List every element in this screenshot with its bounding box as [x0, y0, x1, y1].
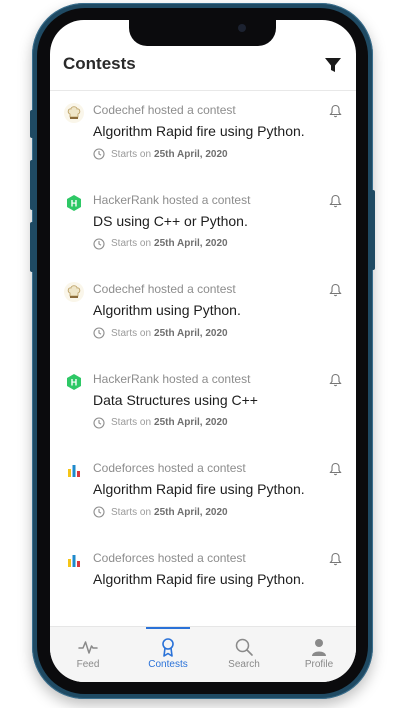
clock-icon [93, 327, 105, 339]
person-icon [312, 639, 326, 656]
clock-icon [93, 148, 105, 160]
start-label: Starts on [111, 148, 152, 160]
clock-icon [93, 416, 105, 429]
award-icon [162, 638, 174, 657]
bell-icon[interactable] [329, 194, 342, 208]
bell-icon[interactable] [329, 283, 342, 297]
start-date: 25th April, 2020 [154, 238, 228, 249]
contest-start: Starts on 25th April, 2020 [93, 148, 228, 160]
search-icon [235, 638, 253, 656]
start-date: 25th April, 2020 [154, 148, 228, 160]
contest-host: Codechef hosted a contest [93, 103, 236, 117]
contest-start: Starts on 25th April, 2020 [93, 327, 228, 339]
nav-search-label: Search [228, 659, 260, 670]
phone-notch [129, 18, 276, 46]
start-label: Starts on [111, 327, 152, 339]
bell-icon[interactable] [329, 462, 342, 476]
contest-title: Algorithm Rapid fire using Python. [93, 481, 305, 497]
start-date: 25th April, 2020 [154, 417, 228, 428]
contest-host: Codechef hosted a contest [93, 282, 236, 296]
chef-hat-icon [64, 282, 84, 302]
contest-title: Algorithm using Python. [93, 302, 241, 318]
bell-icon[interactable] [329, 104, 342, 118]
nav-contests[interactable]: Contests [130, 627, 206, 682]
bottom-nav: Feed Contests Search Profile [50, 626, 356, 682]
contest-start: Starts on 25th April, 2020 [93, 506, 228, 518]
contest-start: Starts on 25th April, 2020 [93, 416, 228, 429]
contest-title: Data Structures using C++ [93, 391, 258, 408]
chef-hat-icon [64, 103, 84, 123]
nav-feed[interactable]: Feed [50, 627, 126, 682]
contest-host: HackerRank hosted a contest [93, 192, 251, 207]
clock-icon [93, 237, 105, 250]
bell-icon[interactable] [329, 552, 342, 566]
nav-contests-label: Contests [148, 659, 188, 670]
bell-icon[interactable] [329, 373, 342, 387]
nav-feed-label: Feed [76, 659, 100, 670]
contest-card[interactable]: Codechef hosted a contest Algorithm usin… [50, 270, 356, 360]
hackerrank-h-icon: H [64, 372, 84, 392]
phone-side-button [30, 110, 34, 138]
start-label: Starts on [111, 238, 152, 249]
phone-side-button [30, 160, 34, 210]
start-date: 25th April, 2020 [154, 506, 228, 518]
phone-side-button [371, 190, 375, 270]
pulse-icon [78, 641, 98, 654]
contest-card[interactable]: Codeforces hosted a contest Algorithm Ra… [50, 539, 356, 629]
contest-title: DS using C++ or Python. [93, 212, 248, 229]
camera-icon [238, 24, 246, 32]
codeforces-bars-icon [64, 461, 84, 481]
hackerrank-h-icon: H [64, 193, 84, 213]
contest-list: Codechef hosted a contest Algorithm Rapi… [50, 91, 356, 628]
contest-host: Codeforces hosted a contest [93, 461, 246, 475]
svg-text:H: H [71, 198, 78, 208]
filter-icon[interactable] [324, 56, 342, 74]
app-screen: Contests Codechef hosted a contest Algor… [50, 20, 356, 682]
clock-icon [93, 506, 105, 518]
contest-start: Starts on 25th April, 2020 [93, 237, 228, 250]
contest-card[interactable]: H HackerRank hosted a contest Data Struc… [50, 360, 356, 450]
nav-search[interactable]: Search [206, 627, 282, 682]
contest-title: Algorithm Rapid fire using Python. [93, 570, 305, 587]
start-label: Starts on [111, 506, 152, 518]
start-date: 25th April, 2020 [154, 327, 228, 339]
nav-profile-label: Profile [304, 659, 334, 670]
contest-host: Codeforces hosted a contest [93, 550, 246, 565]
contest-card[interactable]: Codechef hosted a contest Algorithm Rapi… [50, 91, 356, 181]
contest-host: HackerRank hosted a contest [93, 371, 251, 386]
page-title: Contests [63, 54, 136, 73]
start-label: Starts on [111, 417, 152, 428]
contest-card[interactable]: Codeforces hosted a contest Algorithm Ra… [50, 449, 356, 539]
svg-text:H: H [71, 377, 78, 387]
codeforces-bars-icon [64, 551, 84, 571]
nav-profile[interactable]: Profile [281, 627, 356, 682]
phone-side-button [30, 222, 34, 272]
contest-title: Algorithm Rapid fire using Python. [93, 123, 305, 139]
contest-card[interactable]: H HackerRank hosted a contest DS using C… [50, 181, 356, 271]
